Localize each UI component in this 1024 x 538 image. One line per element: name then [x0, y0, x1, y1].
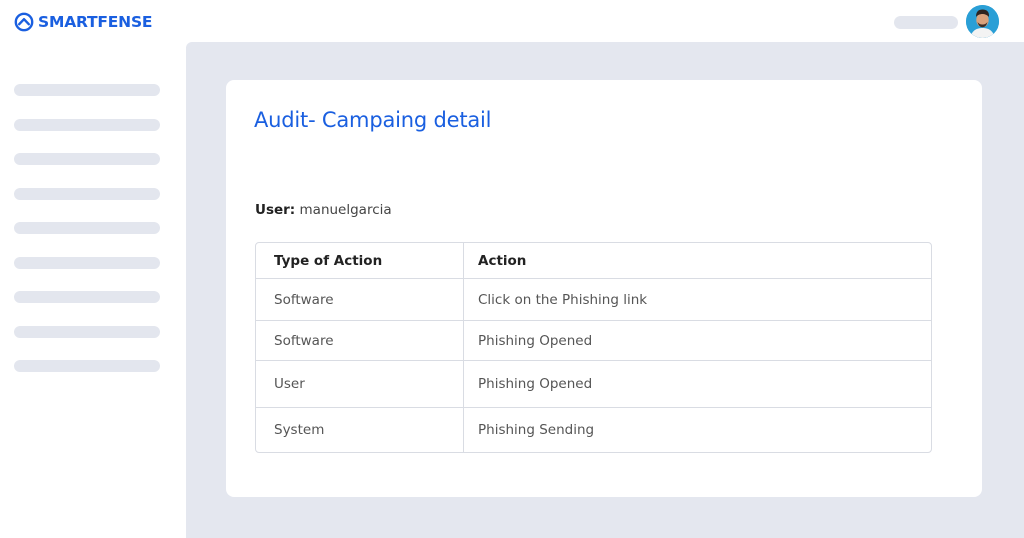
sidebar-item[interactable] — [14, 360, 160, 372]
cell-type: System — [256, 408, 464, 452]
table-row: Software Click on the Phishing link — [256, 278, 931, 320]
avatar-image — [966, 5, 999, 38]
sidebar-item[interactable] — [14, 118, 160, 131]
brand-logo[interactable]: SMARTFENSE — [14, 12, 152, 32]
cell-action: Phishing Opened — [478, 376, 593, 392]
audit-card: Audit- Campaing detail User: manuelgarci… — [226, 80, 982, 497]
user-label: User: — [255, 202, 296, 218]
cell-type: User — [256, 361, 464, 407]
sidebar-item[interactable] — [14, 291, 160, 303]
cell-action: Phishing Sending — [478, 422, 595, 438]
table-row: System Phishing Sending — [256, 407, 931, 452]
cell-action: Click on the Phishing link — [478, 291, 648, 308]
page-title: Audit- Campaing detail — [254, 108, 492, 132]
sidebar-item[interactable] — [14, 187, 160, 200]
sidebar-item[interactable] — [14, 84, 160, 96]
audit-table: Type of Action Action Software Click on … — [255, 242, 932, 453]
sidebar-item[interactable] — [14, 222, 160, 234]
table-header-row: Type of Action Action — [256, 243, 931, 278]
table-row: User Phishing Opened — [256, 360, 931, 407]
table-row: Software Phishing Opened — [256, 320, 931, 360]
column-header-action: Action — [478, 252, 527, 269]
sidebar-item[interactable] — [14, 256, 160, 269]
cell-action: Phishing Opened — [478, 332, 593, 349]
smartfense-logo-icon — [14, 12, 34, 32]
header-placeholder-pill — [894, 16, 958, 29]
user-info: User: manuelgarcia — [255, 202, 392, 218]
sidebar-item[interactable] — [14, 325, 160, 338]
cell-type: Software — [256, 321, 464, 360]
sidebar — [14, 84, 160, 395]
sidebar-item[interactable] — [14, 153, 160, 165]
column-header-type: Type of Action — [256, 243, 464, 278]
user-value: manuelgarcia — [299, 202, 392, 218]
user-avatar[interactable] — [966, 5, 999, 38]
cell-type: Software — [256, 279, 464, 320]
brand-name: SMARTFENSE — [38, 13, 153, 31]
